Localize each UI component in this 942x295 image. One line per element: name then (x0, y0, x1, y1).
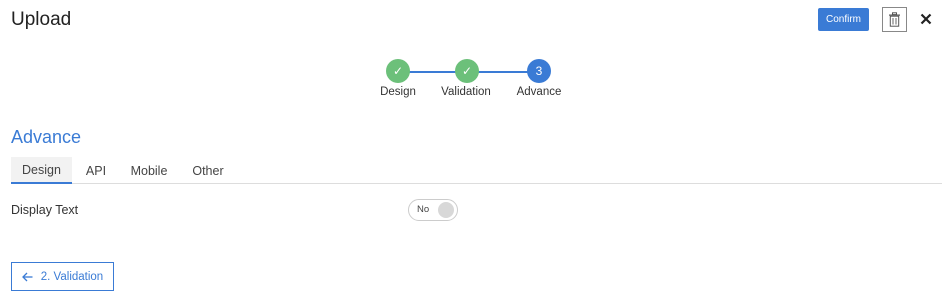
step-number: 3 (535, 64, 543, 78)
step-2-label: Validation (441, 86, 491, 98)
close-button[interactable] (917, 9, 935, 29)
tab-other[interactable]: Other (187, 157, 229, 184)
display-text-toggle[interactable]: No (408, 199, 458, 221)
page-title: Upload (11, 9, 72, 30)
toggle-state-text: No (417, 204, 430, 215)
tab-api[interactable]: API (80, 157, 112, 184)
arrow-left-icon (21, 272, 33, 281)
display-text-label: Display Text (11, 203, 79, 217)
toggle-knob (438, 202, 454, 218)
step-1-marker: ✓ (386, 59, 410, 83)
back-button-label: 2. Validation (40, 270, 104, 283)
step-3-label: Advance (516, 86, 562, 98)
confirm-button[interactable]: Confirm (818, 8, 869, 31)
trash-icon (889, 12, 900, 27)
step-2-marker: ✓ (455, 59, 479, 83)
tab-mobile[interactable]: Mobile (125, 157, 173, 184)
tab-bar: Design API Mobile Other (11, 157, 942, 184)
tab-design[interactable]: Design (11, 157, 72, 184)
section-title: Advance (11, 127, 82, 147)
checkmark-icon: ✓ (461, 64, 473, 78)
stepper: ✓ ✓ 3 Design Validation Advance (360, 59, 600, 104)
delete-button[interactable] (882, 7, 907, 32)
step-3-marker: 3 (527, 59, 551, 83)
close-icon (920, 13, 932, 25)
back-button[interactable]: 2. Validation (11, 262, 114, 291)
checkmark-icon: ✓ (392, 64, 404, 78)
